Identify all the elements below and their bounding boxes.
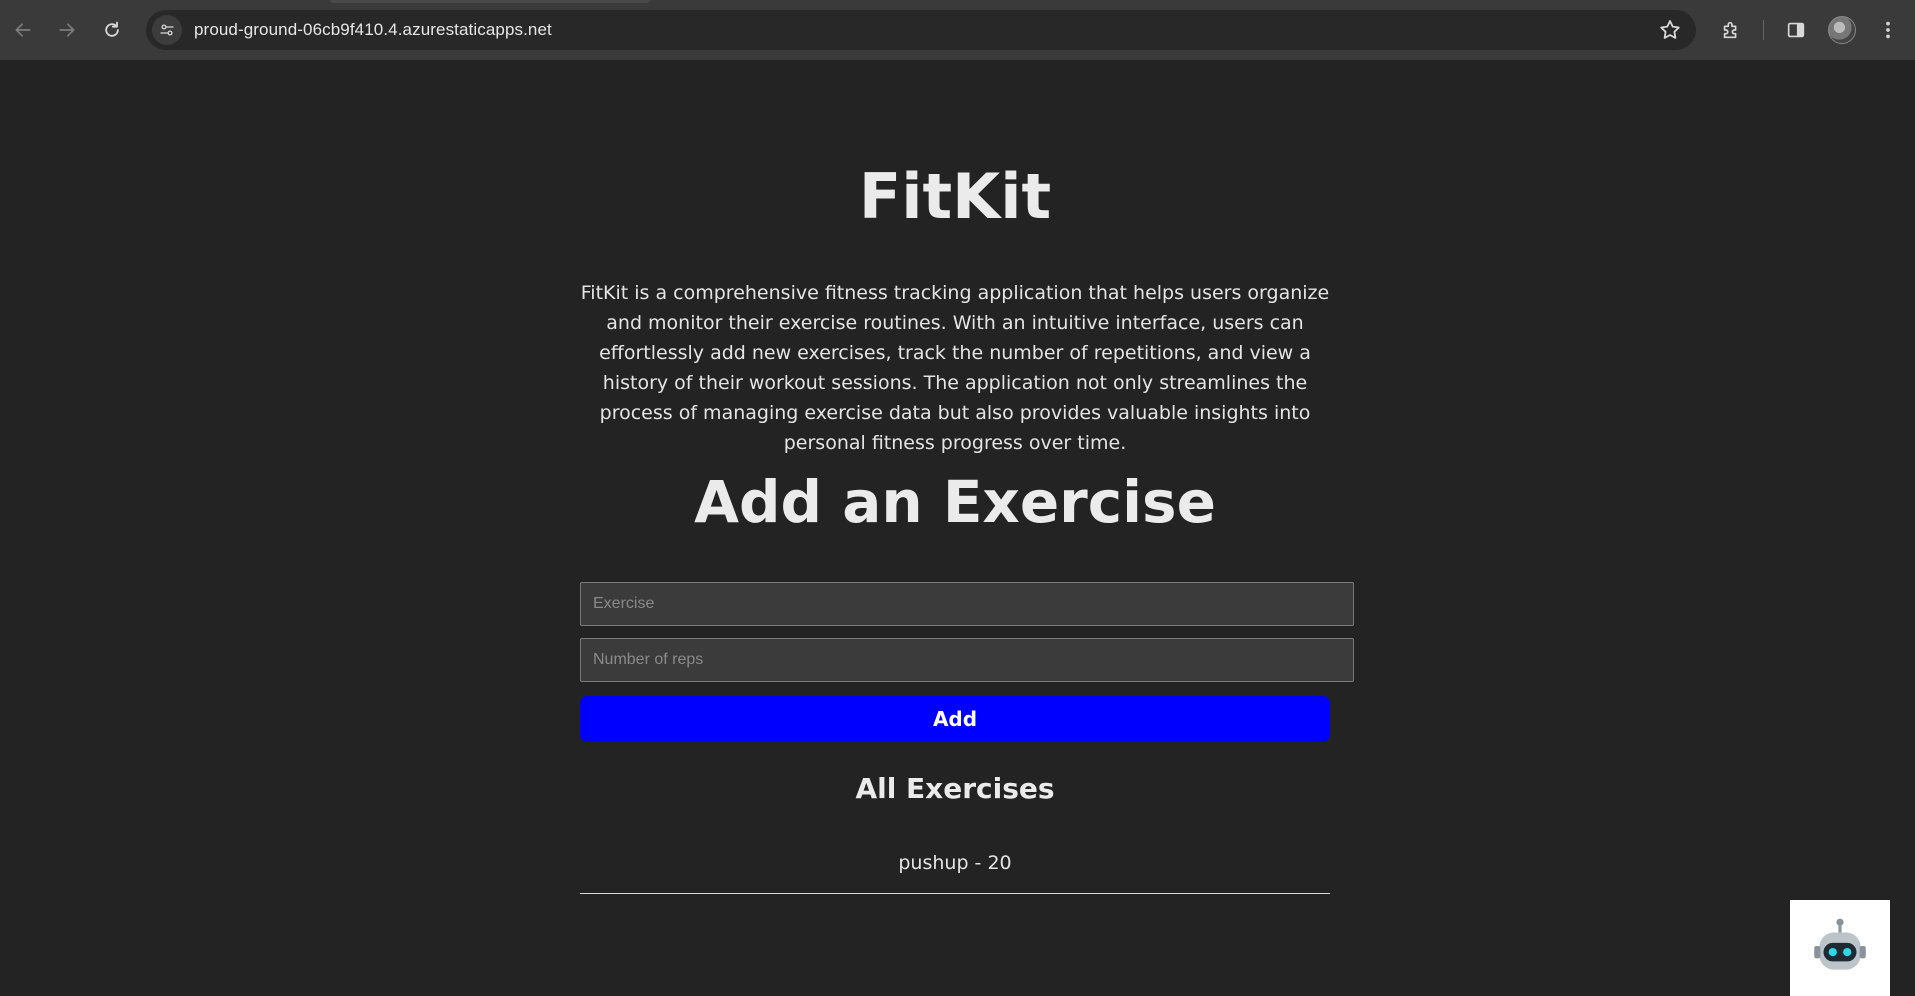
site-info-icon	[160, 24, 174, 36]
browser-toolbar: proud-ground-06cb9f410.4.azurestaticapps…	[0, 0, 1915, 60]
add-exercise-heading: Add an Exercise	[694, 468, 1216, 536]
list-item: pushup - 20	[580, 840, 1330, 894]
toolbar-divider	[1763, 20, 1764, 40]
kebab-menu-icon	[1886, 21, 1890, 39]
robot-icon	[1814, 918, 1866, 970]
extensions-button[interactable]	[1716, 15, 1746, 45]
reps-input[interactable]	[580, 638, 1354, 682]
tab-indicator	[330, 0, 650, 3]
page-title: FitKit	[858, 160, 1052, 233]
side-panel-button[interactable]	[1781, 15, 1811, 45]
arrow-left-icon	[15, 23, 31, 37]
app-description: FitKit is a comprehensive fitness tracki…	[580, 282, 1330, 454]
chatbot-widget[interactable]	[1790, 900, 1890, 996]
browser-menu-button[interactable]	[1873, 15, 1903, 45]
back-button[interactable]	[6, 13, 40, 47]
puzzle-icon	[1723, 21, 1737, 39]
exercise-list: pushup - 20	[580, 840, 1330, 894]
reload-icon	[105, 21, 119, 37]
side-panel-icon	[1787, 22, 1805, 38]
exercise-input[interactable]	[580, 582, 1354, 626]
all-exercises-heading: All Exercises	[855, 772, 1055, 805]
profile-avatar[interactable]	[1828, 16, 1856, 44]
reload-button[interactable]	[95, 13, 129, 47]
site-info-button[interactable]	[152, 15, 182, 45]
arrow-right-icon	[59, 23, 75, 37]
address-bar[interactable]: proud-ground-06cb9f410.4.azurestaticapps…	[146, 10, 1696, 50]
add-button[interactable]: Add	[580, 696, 1330, 742]
page-body: FitKit FitKit is a comprehensive fitness…	[0, 60, 1915, 996]
star-icon[interactable]	[1658, 18, 1682, 42]
forward-button[interactable]	[50, 13, 84, 47]
url-text[interactable]: proud-ground-06cb9f410.4.azurestaticapps…	[194, 20, 552, 40]
